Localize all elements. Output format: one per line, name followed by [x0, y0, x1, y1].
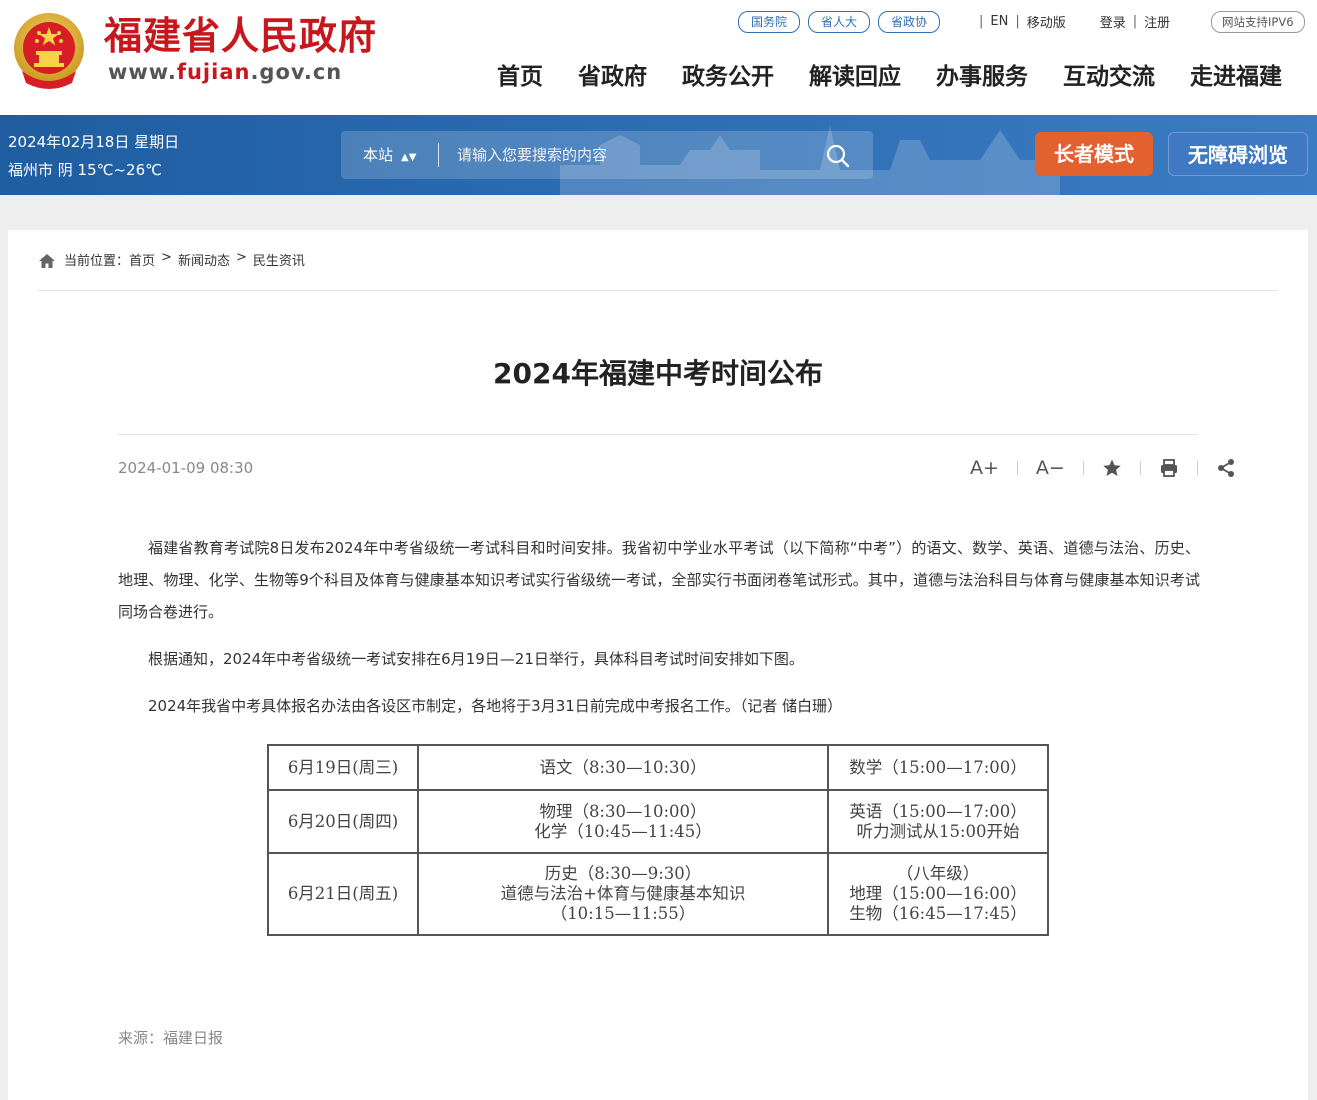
- schedule-date-cell: 6月19日(周三): [267, 744, 419, 791]
- elder-mode-button[interactable]: 长者模式: [1035, 132, 1153, 176]
- schedule-line: （八年级）: [896, 864, 980, 883]
- schedule-afternoon-cell: （八年级） 地理（15:00—16:00） 生物（16:45—17:45）: [827, 852, 1049, 936]
- schedule-line: （10:15—11:55）: [550, 904, 696, 923]
- schedule-line: 语文（8:30—10:30）: [539, 757, 707, 777]
- util-separator: |: [1015, 14, 1020, 29]
- site-url[interactable]: www.fujian.gov.cn: [108, 60, 342, 84]
- table-row: 6月20日(周四) 物理（8:30—10:00） 化学（10:45—11:45）…: [267, 789, 1049, 854]
- login-link[interactable]: 登录: [1100, 12, 1126, 31]
- link-provincial-congress[interactable]: 省人大: [808, 11, 871, 33]
- nav-interpretation[interactable]: 解读回应: [809, 60, 901, 94]
- search-input[interactable]: [447, 139, 827, 171]
- site-url-prefix: www.: [108, 60, 177, 84]
- schedule-line: 地理（15:00—16:00）: [849, 884, 1027, 903]
- article-paragraph: 福建省教育考试院8日发布2024年中考省级统一考试科目和时间安排。我省初中学业水…: [118, 539, 1200, 621]
- search-divider: [438, 143, 439, 167]
- publish-date: 2024-01-09 08:30: [118, 459, 254, 477]
- breadcrumb-separator: >: [161, 250, 172, 265]
- nav-about-fujian[interactable]: 走进福建: [1190, 60, 1282, 94]
- search-scope-select[interactable]: 本站 ▲▼: [363, 131, 416, 179]
- title-divider: [118, 434, 1198, 435]
- share-button[interactable]: [1216, 456, 1236, 480]
- table-row: 6月19日(周三) 语文（8:30—10:30） 数学（15:00—17:00）: [267, 744, 1049, 791]
- home-icon: [39, 254, 55, 268]
- search-box: 本站 ▲▼: [341, 131, 873, 179]
- article-tools: A+ A−: [970, 456, 1236, 480]
- weather-info: 福州市 阴 15℃~26℃: [8, 161, 162, 179]
- util-separator: |: [979, 14, 984, 29]
- accessible-browse-button[interactable]: 无障碍浏览: [1168, 132, 1308, 176]
- english-link[interactable]: EN: [990, 14, 1008, 29]
- schedule-afternoon-cell: 数学（15:00—17:00）: [827, 744, 1049, 791]
- print-button[interactable]: [1159, 456, 1179, 480]
- quick-links: 国务院 省人大 省政协: [738, 11, 941, 33]
- font-decrease-button[interactable]: A−: [1036, 456, 1065, 480]
- tool-separator: [1082, 461, 1084, 475]
- sort-arrows-icon: ▲▼: [401, 152, 417, 163]
- link-state-council[interactable]: 国务院: [738, 11, 801, 33]
- breadcrumb-home[interactable]: 首页: [129, 250, 155, 269]
- exam-schedule-table: 6月19日(周三) 语文（8:30—10:30） 数学（15:00—17:00）…: [267, 744, 1049, 936]
- star-icon: [1103, 459, 1121, 476]
- article-paragraph: 根据通知，2024年中考省级统一考试安排在6月19日—21日举行，具体科目考试时…: [148, 650, 804, 668]
- national-emblem-icon[interactable]: [12, 11, 86, 91]
- nav-provincial-government[interactable]: 省政府: [578, 60, 647, 94]
- print-icon: [1160, 459, 1177, 477]
- table-row: 6月21日(周五) 历史（8:30—9:30） 道德与法治+体育与健康基本知识 …: [267, 852, 1049, 936]
- util-separator: |: [1132, 14, 1138, 29]
- search-scope-label: 本站: [363, 146, 394, 164]
- schedule-date-cell: 6月21日(周五): [267, 852, 419, 936]
- schedule-line: 物理（8:30—10:00）: [539, 801, 707, 821]
- schedule-date-cell: 6月20日(周四): [267, 789, 419, 854]
- nav-interaction[interactable]: 互动交流: [1063, 60, 1155, 94]
- nav-government-affairs[interactable]: 政务公开: [682, 60, 774, 94]
- schedule-line: 化学（10:45—11:45）: [534, 821, 712, 841]
- site-url-suffix: .gov.cn: [250, 60, 343, 84]
- article-title: 2024年福建中考时间公布: [493, 357, 823, 390]
- util-links: | EN | 移动版 登录 | 注册: [972, 12, 1170, 31]
- site-name[interactable]: 福建省人民政府: [104, 10, 377, 62]
- main-nav: 首页 省政府 政务公开 解读回应 办事服务 互动交流 走进福建: [497, 60, 1282, 94]
- favorite-button[interactable]: [1102, 456, 1122, 480]
- breadcrumb-prefix: 当前位置：: [64, 254, 130, 269]
- schedule-line: 数学（15:00—17:00）: [849, 757, 1027, 777]
- article-source: 来源：福建日报: [118, 1029, 224, 1047]
- current-date: 2024年02月18日 星期日: [8, 133, 180, 151]
- tool-separator: [1196, 461, 1198, 475]
- breadcrumb: 当前位置： 首页 > 新闻动态 > 民生资讯: [38, 250, 1278, 291]
- share-icon: [1217, 459, 1234, 477]
- link-provincial-cppcc[interactable]: 省政协: [878, 11, 941, 33]
- site-url-highlight: fujian: [176, 60, 251, 84]
- schedule-line: 英语（15:00—17:00）: [849, 801, 1027, 821]
- schedule-morning-cell: 语文（8:30—10:30）: [417, 744, 829, 791]
- nav-services[interactable]: 办事服务: [936, 60, 1028, 94]
- mobile-link[interactable]: 移动版: [1027, 12, 1066, 31]
- search-band: 2024年02月18日 星期日 福州市 阴 15℃~26℃ 本站▲▼ 长者模式 …: [0, 115, 1317, 195]
- search-icon[interactable]: [825, 143, 851, 169]
- article-paragraph: 2024年我省中考具体报名办法由各设区市制定，各地将于3月31日前完成中考报名工…: [148, 697, 843, 715]
- register-link[interactable]: 注册: [1144, 12, 1170, 31]
- nav-home[interactable]: 首页: [497, 60, 543, 94]
- tool-separator: [1139, 461, 1141, 475]
- schedule-morning-cell: 物理（8:30—10:00） 化学（10:45—11:45）: [417, 789, 829, 854]
- schedule-morning-cell: 历史（8:30—9:30） 道德与法治+体育与健康基本知识 （10:15—11:…: [417, 852, 829, 936]
- top-header: 福建省人民政府 www.fujian.gov.cn 国务院 省人大 省政协 | …: [0, 0, 1317, 115]
- schedule-line: 道德与法治+体育与健康基本知识: [500, 884, 746, 903]
- tool-separator: [1016, 461, 1018, 475]
- font-increase-button[interactable]: A+: [970, 456, 999, 480]
- schedule-afternoon-cell: 英语（15:00—17:00） 听力测试从15:00开始: [827, 789, 1049, 854]
- breadcrumb-separator: >: [235, 250, 247, 265]
- schedule-line: 听力测试从15:00开始: [856, 821, 1020, 841]
- schedule-line: 历史（8:30—9:30）: [544, 864, 702, 883]
- breadcrumb-livelihood[interactable]: 民生资讯: [253, 250, 305, 269]
- ipv6-badge: 网站支持IPV6: [1211, 11, 1305, 33]
- schedule-line: 生物（16:45—17:45）: [849, 904, 1027, 923]
- breadcrumb-news[interactable]: 新闻动态: [178, 250, 230, 269]
- article-card: 当前位置： 首页 > 新闻动态 > 民生资讯 2024年福建中考时间公布 202…: [8, 230, 1308, 1100]
- article-body: 福建省教育考试院8日发布2024年中考省级统一考试科目和时间安排。我省初中学业水…: [118, 532, 1200, 737]
